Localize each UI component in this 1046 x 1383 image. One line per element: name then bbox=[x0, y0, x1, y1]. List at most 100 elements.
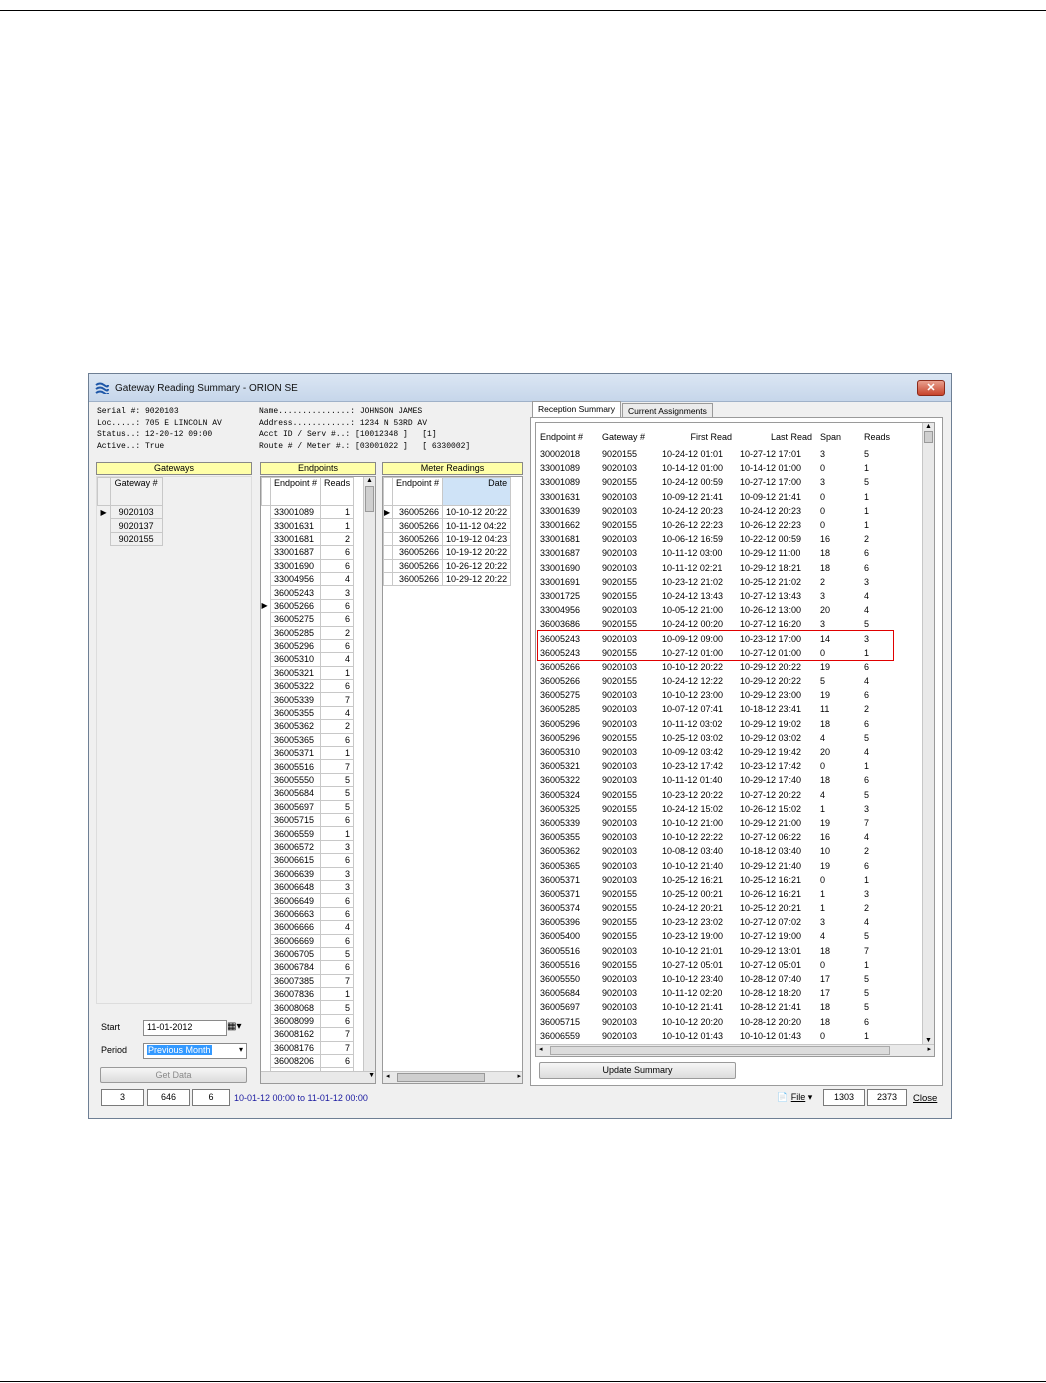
first-read-cell[interactable]: 10-14-12 01:00 bbox=[658, 461, 736, 475]
last-read-cell[interactable]: 10-26-12 13:00 bbox=[736, 603, 816, 617]
first-read-cell[interactable]: 10-11-12 02:20 bbox=[658, 986, 736, 1000]
last-read-cell[interactable]: 10-27-12 20:22 bbox=[736, 788, 816, 802]
table-row[interactable]: 36005516 9020103 10-10-12 21:01 10-29-12 13… bbox=[536, 944, 904, 958]
scroll-down-arrow[interactable]: ▼ bbox=[923, 1037, 934, 1044]
reads-cell[interactable]: 4 bbox=[860, 915, 904, 929]
reads-cell[interactable]: 1 bbox=[860, 518, 904, 532]
date-cell[interactable]: 10-11-12 04:22 bbox=[442, 518, 512, 533]
gateway-cell[interactable]: 9020103 bbox=[598, 858, 658, 872]
reads-cell[interactable]: 1 bbox=[860, 759, 904, 773]
last-read-cell[interactable]: 10-10-12 01:43 bbox=[736, 1029, 816, 1043]
reads-cell[interactable]: 5 bbox=[860, 447, 904, 461]
span-cell[interactable]: 19 bbox=[816, 816, 860, 830]
tab-current-assignments[interactable]: Current Assignments bbox=[622, 403, 713, 418]
table-row[interactable]: 36005371 1 bbox=[262, 746, 355, 761]
first-read-cell[interactable]: 10-23-12 19:00 bbox=[658, 929, 736, 943]
reads-cell[interactable]: 6 bbox=[860, 858, 904, 872]
endpoint-cell[interactable]: 36005400 bbox=[536, 929, 598, 943]
reads-cell[interactable]: 1 bbox=[860, 504, 904, 518]
gateway-cell[interactable]: 9020155 bbox=[598, 518, 658, 532]
endpoint-cell[interactable]: 36005715 bbox=[269, 812, 322, 828]
endpoint-cell[interactable]: 30002018 bbox=[536, 447, 598, 461]
reads-cell[interactable]: 5 bbox=[320, 786, 355, 801]
gateway-cell[interactable]: 9020103 bbox=[598, 844, 658, 858]
table-row[interactable]: 36005339 7 bbox=[262, 692, 355, 707]
endpoint-cell[interactable]: 36008068 bbox=[269, 1000, 322, 1015]
first-read-cell[interactable]: 10-10-12 20:20 bbox=[658, 1015, 736, 1029]
gateway-cell[interactable]: 9020155 bbox=[598, 901, 658, 915]
endpoint-cell[interactable]: 36005266 bbox=[269, 598, 322, 614]
gateway-cell[interactable]: 9020155 bbox=[598, 589, 658, 603]
endpoint-cell[interactable]: 36005325 bbox=[536, 802, 598, 816]
table-row[interactable]: 36008206 6 bbox=[262, 1054, 355, 1069]
scroll-thumb-h[interactable] bbox=[550, 1046, 890, 1055]
table-row[interactable]: 9020155 bbox=[98, 531, 163, 547]
reads-cell[interactable]: 7 bbox=[320, 1027, 355, 1042]
table-row[interactable]: 36008162 7 bbox=[262, 1027, 355, 1042]
last-read-cell[interactable]: 10-27-12 07:02 bbox=[736, 915, 816, 929]
gateway-cell[interactable]: 9020155 bbox=[598, 802, 658, 816]
table-row[interactable]: 36005296 9020103 10-11-12 03:02 10-29-12 19… bbox=[536, 717, 904, 731]
reads-cell[interactable]: 6 bbox=[320, 612, 355, 627]
table-row[interactable]: 33001089 9020155 10-24-12 00:59 10-27-12 17… bbox=[536, 475, 904, 489]
table-row[interactable]: 30002018 9020155 10-24-12 01:01 10-27-12 17… bbox=[536, 447, 904, 461]
reads-cell[interactable]: 3 bbox=[320, 839, 355, 855]
endpoint-cell[interactable]: 36005684 bbox=[269, 786, 322, 801]
reads-cell[interactable]: 5 bbox=[320, 946, 355, 962]
reads-cell[interactable]: 5 bbox=[320, 799, 355, 814]
reads-cell[interactable]: 1 bbox=[320, 665, 355, 681]
reads-cell[interactable]: 1 bbox=[860, 490, 904, 504]
table-row[interactable]: ▶ 36005266 6 bbox=[262, 598, 355, 614]
gateway-cell[interactable]: 9020103 bbox=[598, 873, 658, 887]
endpoint-cell[interactable]: 36005324 bbox=[536, 788, 598, 802]
gateway-cell[interactable]: 9020103 bbox=[598, 546, 658, 560]
gateway-cell[interactable]: 9020103 bbox=[598, 688, 658, 702]
table-row[interactable]: 36006666 4 bbox=[262, 920, 355, 935]
reads-cell[interactable]: 1 bbox=[860, 461, 904, 475]
table-row[interactable]: 36005715 9020103 10-10-12 20:20 10-28-12 20… bbox=[536, 1015, 904, 1029]
endpoint-cell[interactable]: 36005715 bbox=[536, 1015, 598, 1029]
scroll-down-arrow[interactable]: ▼ bbox=[368, 1072, 375, 1079]
table-row[interactable]: 33001639 9020103 10-24-12 20:23 10-24-12 20… bbox=[536, 504, 904, 518]
table-row[interactable]: 36005266 10-11-12 04:22 bbox=[383, 518, 512, 533]
table-row[interactable]: 36005550 9020103 10-10-12 23:40 10-28-12 07… bbox=[536, 972, 904, 986]
table-row[interactable]: 36005310 4 bbox=[262, 652, 355, 667]
gateway-cell[interactable]: 9020103 bbox=[598, 944, 658, 958]
last-read-cell[interactable]: 10-29-12 19:02 bbox=[736, 717, 816, 731]
table-row[interactable]: 33001681 9020103 10-06-12 16:59 10-22-12 00… bbox=[536, 532, 904, 546]
last-read-cell[interactable]: 10-29-12 21:00 bbox=[736, 816, 816, 830]
endpoint-cell[interactable]: 36005296 bbox=[536, 731, 598, 745]
reads-cell[interactable]: 1 bbox=[860, 1029, 904, 1043]
endpoint-cell[interactable]: 36005365 bbox=[536, 858, 598, 872]
date-cell[interactable]: 10-19-12 04:23 bbox=[442, 531, 512, 547]
span-cell[interactable]: 0 bbox=[816, 958, 860, 972]
date-cell[interactable]: 10-19-12 20:22 bbox=[442, 545, 512, 560]
endpoint-cell[interactable]: 36005243 bbox=[269, 585, 322, 600]
table-row[interactable]: 36005697 5 bbox=[262, 799, 355, 814]
update-summary-button[interactable]: Update Summary bbox=[539, 1062, 736, 1079]
last-read-cell[interactable]: 10-27-12 19:00 bbox=[736, 929, 816, 943]
get-data-button[interactable]: Get Data bbox=[100, 1067, 247, 1083]
reads-cell[interactable]: 5 bbox=[860, 929, 904, 943]
endpoint-cell[interactable]: 36005322 bbox=[269, 679, 322, 694]
table-row[interactable]: 33001089 1 bbox=[262, 504, 355, 520]
column-header[interactable]: Endpoint # bbox=[391, 477, 444, 506]
table-row[interactable]: 33001662 9020155 10-26-12 22:23 10-26-12 22… bbox=[536, 518, 904, 532]
reads-cell[interactable]: 6 bbox=[860, 561, 904, 575]
reads-cell[interactable]: 3 bbox=[320, 879, 355, 895]
reads-cell[interactable]: 4 bbox=[320, 920, 355, 935]
table-row[interactable]: 36005266 10-19-12 04:23 bbox=[383, 531, 512, 547]
reads-cell[interactable]: 1 bbox=[320, 746, 355, 761]
span-cell[interactable]: 2 bbox=[816, 575, 860, 589]
endpoint-cell[interactable]: 36006784 bbox=[269, 960, 322, 975]
endpoint-cell[interactable]: 36005296 bbox=[536, 717, 598, 731]
reads-cell[interactable]: 7 bbox=[860, 816, 904, 830]
reads-cell[interactable]: 6 bbox=[860, 773, 904, 787]
table-row[interactable]: 36005355 4 bbox=[262, 705, 355, 721]
column-header[interactable]: Date bbox=[442, 477, 512, 506]
last-read-cell[interactable]: 10-18-12 03:40 bbox=[736, 844, 816, 858]
table-row[interactable]: 36005400 9020155 10-23-12 19:00 10-27-12 19… bbox=[536, 929, 904, 943]
gateway-cell[interactable]: 9020103 bbox=[598, 461, 658, 475]
reads-cell[interactable]: 5 bbox=[860, 475, 904, 489]
table-row[interactable]: 33004956 9020103 10-05-12 21:00 10-26-12 13… bbox=[536, 603, 904, 617]
